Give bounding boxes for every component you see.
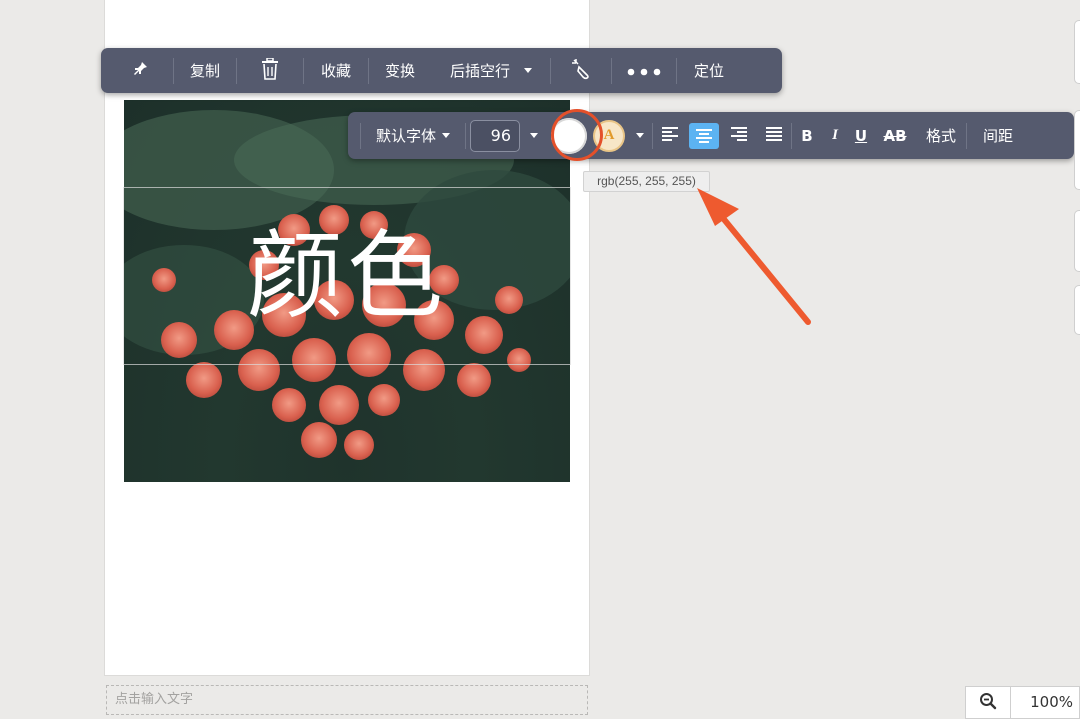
more-button[interactable] bbox=[612, 48, 676, 93]
more-dots-icon bbox=[627, 62, 661, 80]
transform-button[interactable]: 变换 bbox=[369, 48, 431, 93]
divider bbox=[465, 122, 466, 149]
magic-wand-icon bbox=[570, 58, 592, 84]
align-justify-button[interactable] bbox=[757, 112, 791, 159]
object-toolbar: 复制 收藏 变换 后插空行 定位 bbox=[101, 48, 782, 93]
align-justify-icon bbox=[766, 126, 782, 145]
font-size-dropdown[interactable] bbox=[520, 112, 548, 159]
zoom-control: 100% bbox=[965, 686, 1080, 719]
overlay-text[interactable]: 颜色 bbox=[123, 187, 571, 365]
position-button[interactable]: 定位 bbox=[677, 48, 741, 93]
font-family-dropdown[interactable]: 默认字体 bbox=[361, 112, 465, 159]
magic-button[interactable] bbox=[551, 48, 611, 93]
format-button[interactable]: 格式 bbox=[916, 112, 966, 159]
zoom-level[interactable]: 100% bbox=[1011, 686, 1080, 719]
chevron-down-icon bbox=[636, 133, 644, 138]
underline-button[interactable]: U bbox=[848, 112, 874, 159]
side-panel-tab[interactable] bbox=[1074, 285, 1080, 335]
text-format-toolbar: 默认字体 96 A B I U AB 格式 间距 bbox=[348, 112, 1074, 159]
font-label: 默认字体 bbox=[375, 127, 436, 145]
insert-label: 后插空行 bbox=[449, 62, 510, 80]
bold-button[interactable]: B bbox=[792, 112, 822, 159]
side-panel-tab[interactable] bbox=[1074, 210, 1080, 272]
chevron-down-icon bbox=[524, 68, 532, 73]
align-center-icon bbox=[689, 122, 719, 149]
collect-button[interactable]: 收藏 bbox=[304, 48, 368, 93]
pin-icon bbox=[131, 60, 149, 82]
text-input-placeholder[interactable]: 点击输入文字 bbox=[106, 685, 588, 715]
copy-button[interactable]: 复制 bbox=[174, 48, 236, 93]
side-panel-tab[interactable] bbox=[1074, 20, 1080, 84]
align-right-icon bbox=[731, 126, 747, 145]
align-center-button[interactable] bbox=[687, 112, 721, 159]
insert-blank-line-dropdown[interactable]: 后插空行 bbox=[432, 48, 550, 93]
trash-icon bbox=[260, 56, 280, 84]
italic-button[interactable]: I bbox=[822, 112, 848, 159]
pin-button[interactable] bbox=[107, 48, 173, 93]
delete-button[interactable] bbox=[237, 48, 303, 93]
chevron-down-icon bbox=[442, 133, 450, 138]
align-right-button[interactable] bbox=[721, 112, 757, 159]
align-left-icon bbox=[662, 126, 678, 145]
text-color-dropdown[interactable] bbox=[628, 112, 652, 159]
spacing-button[interactable]: 间距 bbox=[967, 112, 1029, 159]
highlight-circle bbox=[551, 109, 603, 161]
zoom-out-icon bbox=[979, 692, 997, 714]
align-left-button[interactable] bbox=[653, 112, 687, 159]
font-size-input[interactable]: 96 bbox=[470, 119, 520, 152]
strikethrough-button[interactable]: AB bbox=[874, 112, 916, 159]
color-tooltip: rgb(255, 255, 255) bbox=[583, 171, 710, 192]
side-panel-tab[interactable] bbox=[1074, 110, 1080, 190]
chevron-down-icon bbox=[530, 133, 538, 138]
zoom-out-button[interactable] bbox=[965, 686, 1011, 719]
